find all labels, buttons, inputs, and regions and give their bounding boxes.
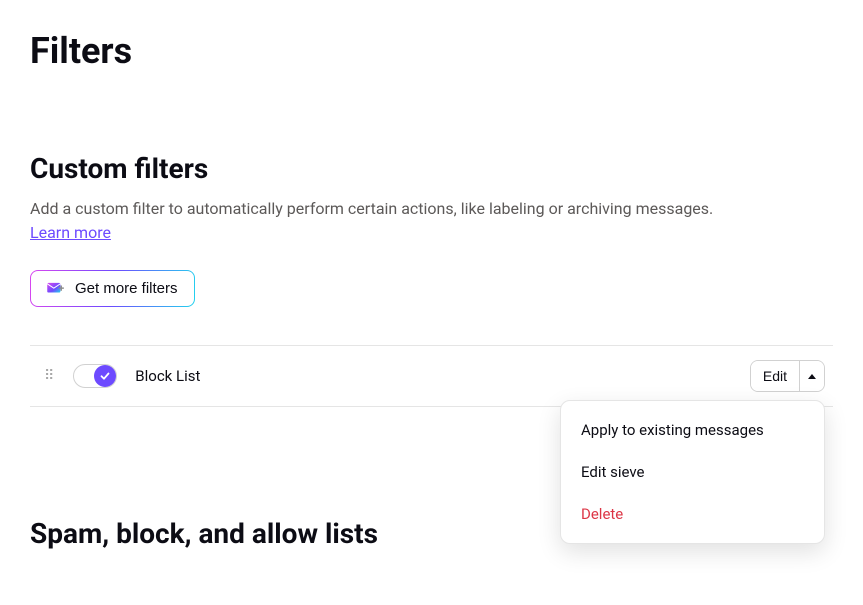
filter-toggle[interactable] [73,364,117,388]
get-more-filters-label: Get more filters [75,280,178,297]
edit-dropdown-toggle[interactable] [799,361,824,391]
learn-more-link[interactable]: Learn more [30,223,111,242]
custom-filters-heading: Custom filters [30,152,833,185]
edit-button-group: Edit [750,360,825,392]
dropdown-edit-sieve[interactable]: Edit sieve [561,451,824,493]
filter-actions-dropdown: Apply to existing messages Edit sieve De… [560,400,825,544]
drag-handle-icon[interactable]: ⠿ [44,372,55,380]
mail-plus-icon [47,282,65,296]
filter-row-left: ⠿ Block List [44,364,200,388]
check-icon [99,370,111,382]
custom-filters-description: Add a custom filter to automatically per… [30,197,810,221]
filter-row: ⠿ Block List Edit Apply to existing mess… [30,345,833,407]
get-more-filters-button[interactable]: Get more filters [30,270,195,307]
toggle-knob [94,365,116,387]
dropdown-apply-existing[interactable]: Apply to existing messages [561,409,824,451]
caret-up-icon [808,374,816,379]
page-title: Filters [30,30,833,72]
filter-name: Block List [135,367,200,385]
edit-button[interactable]: Edit [751,361,799,391]
dropdown-delete[interactable]: Delete [561,493,824,535]
